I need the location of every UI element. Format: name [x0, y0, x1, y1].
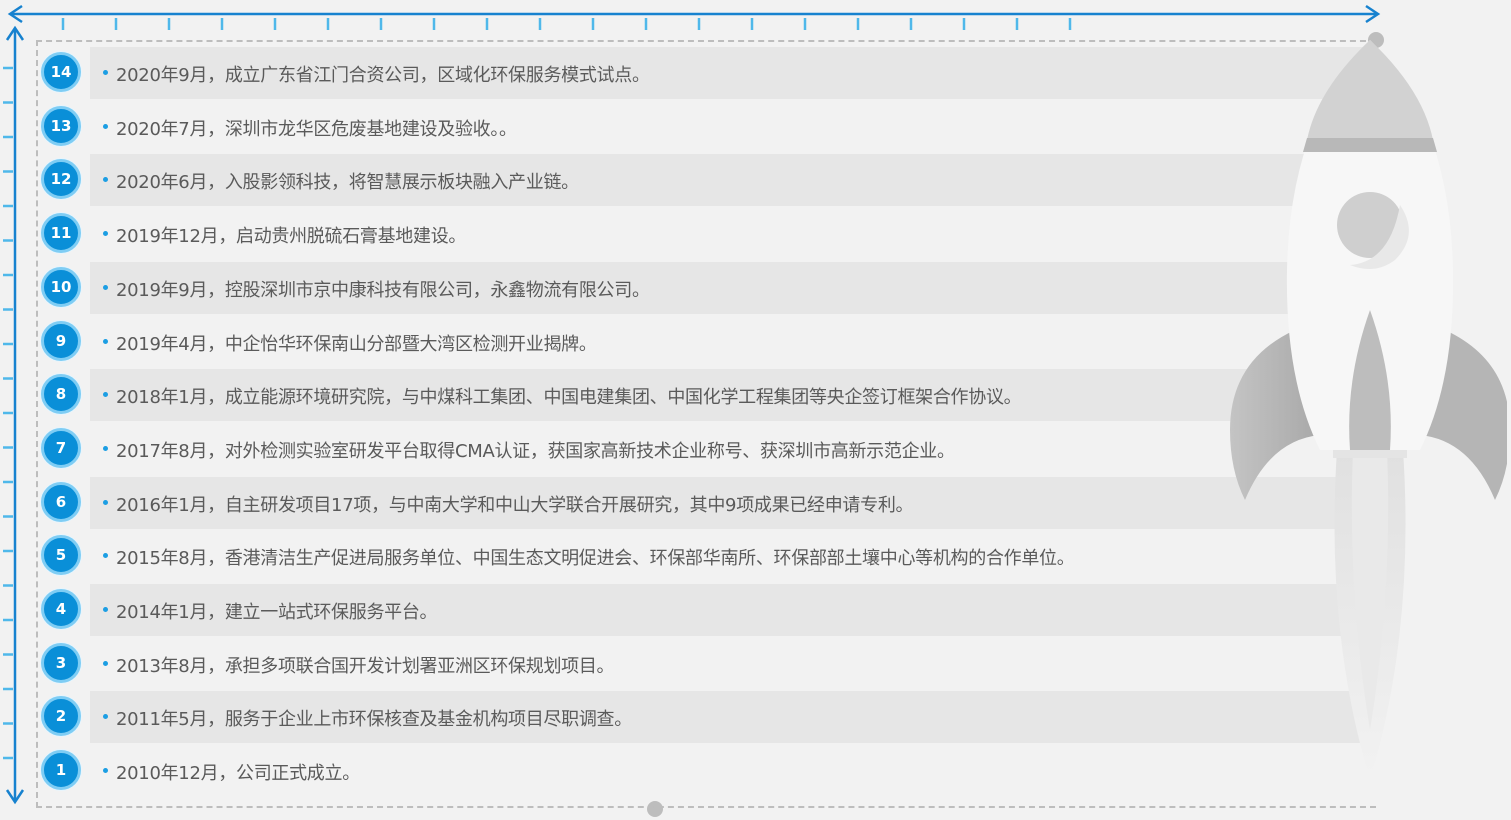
bullet-dot-icon	[103, 123, 108, 129]
bullet-dot-icon	[103, 445, 108, 451]
timeline-number-badge: 11	[41, 213, 81, 254]
timeline-item: 4 2014年1月，建立一站式环保服务平台。	[0, 584, 1370, 636]
timeline-number-badge: 2	[41, 696, 81, 737]
timeline-item: 1 2010年12月，公司正式成立。	[0, 745, 1370, 797]
timeline-number-badge: 14	[41, 52, 81, 92]
timeline-item-text: 2013年8月，承担多项联合国开发计划署亚洲区环保规划项目。	[116, 655, 615, 677]
timeline-number-badge: 9	[41, 320, 81, 361]
timeline-stage: 14 2020年9月，成立广东省江门合资公司，区域化环保服务模式试点。 13 2020…	[0, 0, 1511, 820]
timeline-item-text: 2019年9月，控股深圳市京中康科技有限公司，永鑫物流有限公司。	[116, 279, 650, 301]
bullet-dot-icon	[103, 660, 108, 666]
timeline-item-text: 2016年1月，自主研发项目17项，与中南大学和中山大学联合开展研究，其中9项成…	[116, 494, 914, 516]
bullet-dot-icon	[103, 499, 108, 505]
timeline-item-text: 2015年8月，香港清洁生产促进局服务单位、中国生态文明促进会、环保部华南所、环…	[116, 548, 1075, 570]
timeline-item-text: 2011年5月，服务于企业上市环保核查及基金机构项目尽职调查。	[116, 709, 632, 731]
timeline-number-badge: 4	[41, 589, 81, 629]
timeline-item: 6 2016年1月，自主研发项目17项，与中南大学和中山大学联合开展研究，其中9项…	[0, 476, 1370, 529]
timeline-item-text: 2017年8月，对外检测实验室研发平台取得CMA认证，获国家高新技术企业称号、获…	[116, 440, 955, 462]
timeline-item-text: 2019年12月，启动贵州脱硫石膏基地建设。	[116, 226, 467, 248]
timeline-item: 14 2020年9月，成立广东省江门合资公司，区域化环保服务模式试点。	[0, 47, 1370, 99]
rocket-icon	[1230, 40, 1507, 780]
timeline-item: 3 2013年8月，承担多项联合国开发计划署亚洲区环保规划项目。	[0, 638, 1370, 690]
timeline-number-badge: 3	[41, 642, 81, 683]
timeline-item-text: 2020年9月，成立广东省江门合资公司，区域化环保服务模式试点。	[116, 65, 650, 86]
bullet-dot-icon	[103, 338, 108, 344]
timeline-number-badge: 5	[41, 535, 81, 576]
timeline-item: 13 2020年7月，深圳市龙华区危废基地建设及验收。。	[0, 101, 1370, 153]
timeline-item-text: 2020年6月，入股影领科技，将智慧展示板块融入产业链。	[116, 172, 579, 194]
timeline-item: 11 2019年12月，启动贵州脱硫石膏基地建设。	[0, 208, 1370, 260]
timeline-number-badge: 1	[41, 750, 81, 791]
timeline-item: 8 2018年1月，成立能源环境研究院，与中煤科工集团、中国电建集团、中国化学工程…	[0, 369, 1370, 422]
timeline-item-text: 2019年4月，中企怡华环保南山分部暨大湾区检测开业揭牌。	[116, 333, 597, 355]
timeline-number-badge: 13	[41, 105, 81, 146]
timeline-number-badge: 7	[41, 427, 81, 468]
timeline-number-badge: 12	[41, 159, 81, 200]
timeline-item: 2 2011年5月，服务于企业上市环保核查及基金机构项目尽职调查。	[0, 691, 1370, 744]
timeline-item: 5 2015年8月，香港清洁生产促进局服务单位、中国生态文明促进会、环保部华南所、…	[0, 530, 1370, 582]
timeline-item: 12 2020年6月，入股影领科技，将智慧展示板块融入产业链。	[0, 154, 1370, 207]
timeline-item: 7 2017年8月，对外检测实验室研发平台取得CMA认证，获国家高新技术企业称号、…	[0, 423, 1370, 475]
timeline-number-badge: 8	[41, 374, 81, 415]
timeline-item-text: 2018年1月，成立能源环境研究院，与中煤科工集团、中国电建集团、中国化学工程集…	[116, 387, 1022, 409]
timeline-number-badge: 6	[41, 481, 81, 522]
timeline-item-text: 2020年7月，深圳市龙华区危废基地建设及验收。。	[116, 118, 517, 140]
bullet-dot-icon	[103, 607, 108, 612]
timeline-number-badge: 10	[41, 266, 81, 307]
bullet-dot-icon	[103, 284, 108, 290]
timeline-item: 10 2019年9月，控股深圳市京中康科技有限公司，永鑫物流有限公司。	[0, 261, 1370, 314]
timeline-item: 9 2019年4月，中企怡华环保南山分部暨大湾区检测开业揭牌。	[0, 316, 1370, 368]
timeline-item-text: 2010年12月，公司正式成立。	[116, 763, 360, 785]
top-arrow-axis	[7, 4, 1381, 30]
timeline-item-text: 2014年1月，建立一站式环保服务平台。	[116, 602, 438, 623]
bullet-dot-icon	[103, 70, 108, 75]
